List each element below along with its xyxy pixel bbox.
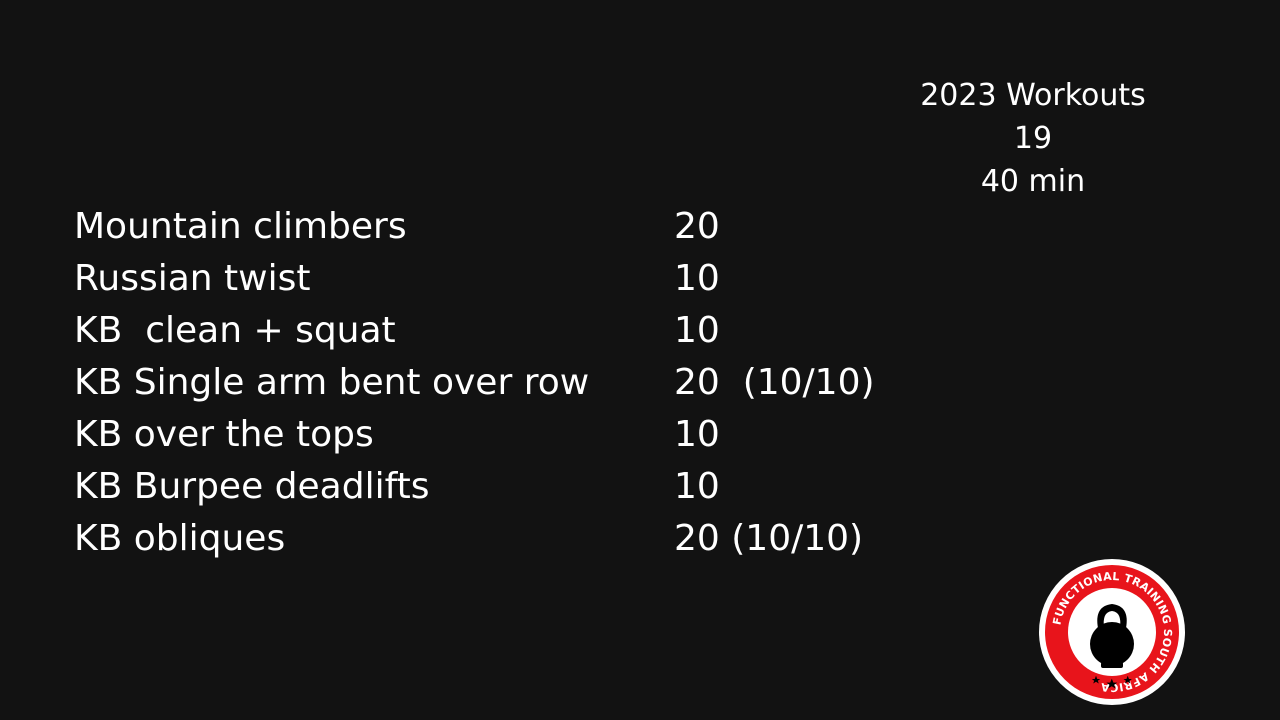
exercise-name: KB obliques: [74, 518, 286, 559]
workout-duration: 40 min: [980, 164, 1086, 199]
workout-number: 19: [1013, 121, 1053, 156]
exercise-reps: 20: [674, 206, 720, 247]
functional-training-logo: FUNCTIONAL TRAINING SOUTH AFRICA: [1039, 559, 1185, 705]
exercise-reps: 10: [674, 414, 720, 455]
header-title: 2023 Workouts: [920, 78, 1146, 113]
exercise-reps: 20 (10/10): [674, 362, 875, 403]
exercise-reps: 20 (10/10): [674, 518, 864, 559]
exercise-reps: 10: [674, 258, 720, 299]
exercise-name: KB Burpee deadlifts: [74, 466, 430, 507]
workout-header: 2023 Workouts 19 40 min: [905, 74, 1161, 203]
exercise-name: Mountain climbers: [74, 206, 407, 247]
exercise-name: Russian twist: [74, 258, 311, 299]
exercise-name: KB Single arm bent over row: [74, 362, 590, 403]
exercise-reps: 10: [674, 466, 720, 507]
exercise-name: KB over the tops: [74, 414, 374, 455]
exercise-name: KB clean + squat: [74, 310, 396, 351]
exercise-reps: 10: [674, 310, 720, 351]
